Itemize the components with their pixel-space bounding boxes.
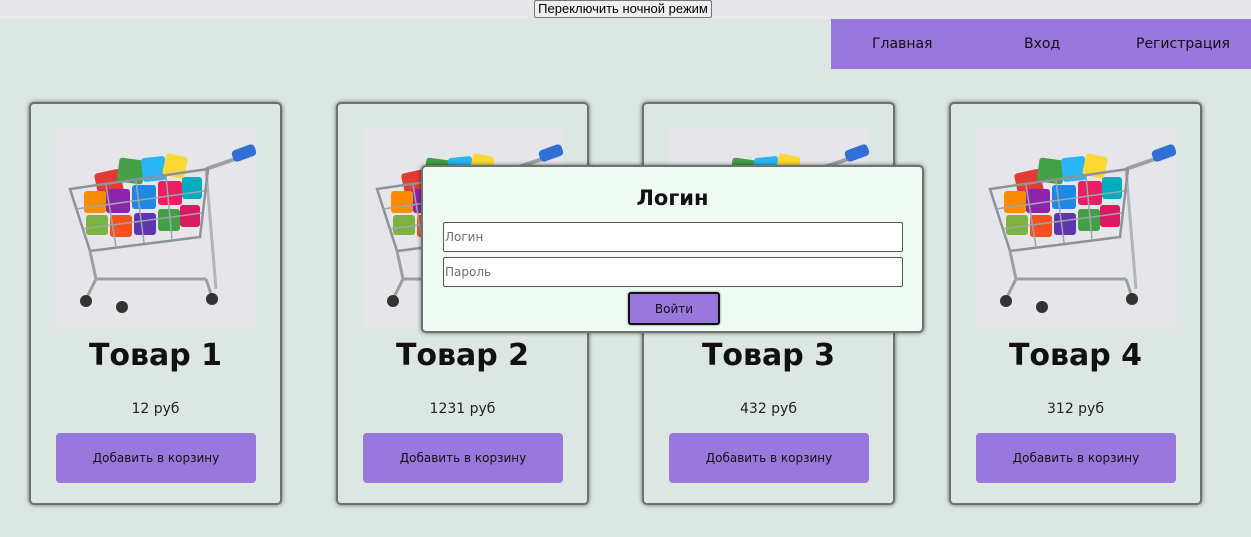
login-modal-title: Логин — [636, 186, 709, 210]
add-to-cart-button[interactable]: Добавить в корзину — [976, 433, 1176, 483]
product-title: Товар 4 — [1008, 338, 1143, 373]
add-to-cart-button[interactable]: Добавить в корзину — [669, 433, 869, 483]
main-nav: Главная Вход Регистрация — [831, 19, 1251, 69]
product-price: 12 руб — [131, 401, 180, 417]
top-toolbar: Переключить ночной режим — [0, 0, 1251, 19]
password-input[interactable] — [443, 257, 903, 287]
login-submit-button[interactable]: Войти — [628, 292, 720, 325]
add-to-cart-button[interactable]: Добавить в корзину — [56, 433, 256, 483]
shopping-cart-icon — [56, 129, 256, 329]
product-title: Товар 2 — [395, 338, 530, 373]
login-modal: Логин Войти — [421, 165, 924, 333]
product-title: Товар 3 — [701, 338, 836, 373]
login-input[interactable] — [443, 222, 903, 252]
shopping-cart-icon — [976, 129, 1176, 329]
nav-item-home[interactable]: Главная — [872, 19, 932, 69]
nav-item-login[interactable]: Вход — [1024, 19, 1060, 69]
night-mode-toggle-button[interactable]: Переключить ночной режим — [534, 0, 712, 18]
add-to-cart-button[interactable]: Добавить в корзину — [363, 433, 563, 483]
product-price: 1231 руб — [429, 401, 496, 417]
product-card: Товар 4 312 руб Добавить в корзину — [949, 102, 1202, 505]
nav-item-register[interactable]: Регистрация — [1136, 19, 1230, 69]
product-card: Товар 1 12 руб Добавить в корзину — [29, 102, 282, 505]
product-price: 432 руб — [740, 401, 797, 417]
product-price: 312 руб — [1047, 401, 1104, 417]
product-title: Товар 1 — [88, 338, 223, 373]
